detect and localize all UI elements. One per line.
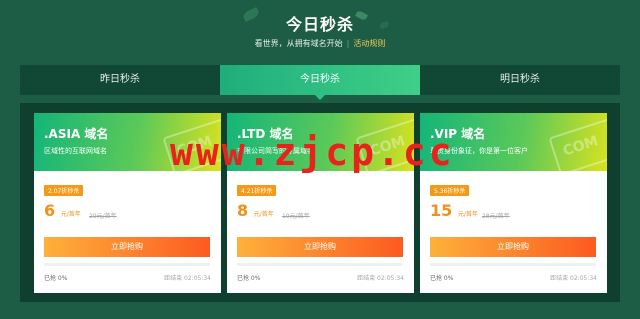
tab-tomorrow[interactable]: 明日秒杀 <box>420 65 620 95</box>
rules-link[interactable]: 活动规则 <box>353 39 385 48</box>
page-title: 今日秒杀 <box>285 15 354 34</box>
original-price: 29元/首年 <box>89 213 117 220</box>
countdown: 距结束 02:05:34 <box>164 275 211 282</box>
tab-bar: 昨日秒杀 今日秒杀 明日秒杀 <box>20 65 620 100</box>
separator: | <box>346 39 350 48</box>
price-value: 15 <box>430 201 453 220</box>
tab-today[interactable]: 今日秒杀 <box>220 65 420 100</box>
com-decoration: COM <box>548 118 607 171</box>
original-price: 28元/首年 <box>482 213 510 220</box>
discount-badge: 5.36折秒杀 <box>430 185 470 196</box>
tab-yesterday[interactable]: 昨日秒杀 <box>20 65 220 95</box>
price-unit: 元/首年 <box>253 211 274 218</box>
progress-bar <box>430 263 596 266</box>
price: 8 元/首年 <box>237 201 274 220</box>
countdown: 距结束 02:05:34 <box>357 275 404 282</box>
sold-percent: 已抢 0% <box>44 275 68 282</box>
progress-bar <box>237 263 403 266</box>
original-price: 19元/首年 <box>282 213 310 220</box>
discount-badge: 2.07折秒杀 <box>44 185 84 196</box>
domain-desc: 区域性的互联网域名 <box>44 147 107 155</box>
subtitle-text: 看世界，从拥有域名开始 <box>254 39 343 48</box>
sold-percent: 已抢 0% <box>430 275 454 282</box>
price: 15 元/首年 <box>430 201 478 220</box>
page-subtitle: 看世界，从拥有域名开始 | 活动规则 <box>0 38 640 49</box>
progress-bar <box>44 263 210 266</box>
discount-badge: 4.21折秒杀 <box>237 185 277 196</box>
buy-now-button[interactable]: 立即抢购 <box>237 237 403 257</box>
watermark-text: www.zjcp.cc <box>170 130 455 174</box>
price-unit: 元/首年 <box>60 211 81 218</box>
price-value: 6 <box>44 201 56 220</box>
countdown: 距结束 02:05:34 <box>550 275 597 282</box>
price-unit: 元/首年 <box>457 211 478 218</box>
price-value: 8 <box>237 201 249 220</box>
price: 6 元/首年 <box>44 201 81 220</box>
domain-name: .ASIA 域名 <box>44 127 109 141</box>
buy-now-button[interactable]: 立即抢购 <box>44 237 210 257</box>
buy-now-button[interactable]: 立即抢购 <box>430 237 596 257</box>
sold-percent: 已抢 0% <box>237 275 261 282</box>
